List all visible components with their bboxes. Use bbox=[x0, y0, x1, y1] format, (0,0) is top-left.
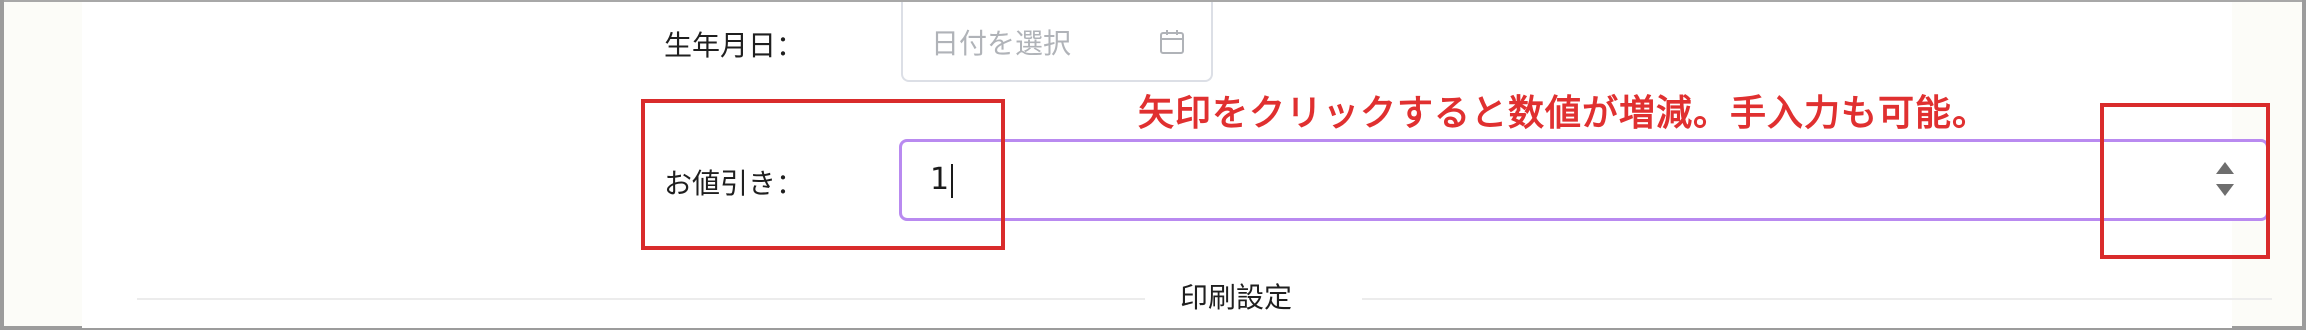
divider-line-left bbox=[137, 298, 1145, 300]
annotation-text: 矢印をクリックすると数値が増減。手入力も可能。 bbox=[1138, 93, 1990, 134]
birthdate-label: 生年月日： bbox=[664, 29, 805, 62]
highlight-box-label bbox=[641, 99, 1005, 250]
form-panel: 生年月日： 日付を選択 矢印をクリックすると数値が増減。手入力も可能。 お値引き… bbox=[82, 2, 2272, 328]
divider-line-right bbox=[1362, 298, 2272, 300]
section-title-print-settings: 印刷設定 bbox=[1180, 281, 1293, 314]
calendar-icon bbox=[1160, 30, 1184, 54]
window-frame: 生年月日： 日付を選択 矢印をクリックすると数値が増減。手入力も可能。 お値引き… bbox=[4, 0, 2302, 328]
birthdate-date-picker[interactable]: 日付を選択 bbox=[901, 2, 1213, 82]
birthdate-placeholder: 日付を選択 bbox=[931, 27, 1072, 60]
highlight-box-spinner bbox=[2100, 103, 2270, 259]
discount-number-input[interactable]: 1 bbox=[899, 139, 2269, 221]
